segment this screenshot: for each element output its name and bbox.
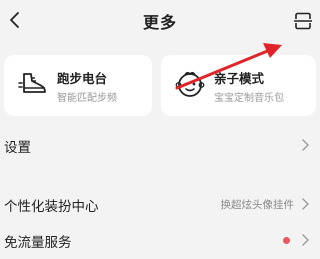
- top-bar: 更多: [0, 0, 320, 42]
- page-title: 更多: [142, 13, 177, 32]
- running-radio-card[interactable]: 跑步电台 智能匹配步频: [4, 55, 152, 116]
- scan-button[interactable]: [290, 8, 316, 34]
- chevron-right-icon: [302, 234, 309, 246]
- settings-row[interactable]: 设置: [0, 126, 320, 164]
- parent-child-mode-card[interactable]: 亲子模式 宝宝定制音乐包: [161, 55, 316, 116]
- row-label: 个性化装扮中心: [4, 199, 99, 215]
- row-label: 免流量服务: [4, 235, 72, 251]
- free-traffic-row[interactable]: 免流量服务: [0, 221, 320, 259]
- card-subtitle: 宝宝定制音乐包: [214, 93, 284, 104]
- row-label: 设置: [4, 140, 31, 156]
- row-hint: 换超炫头像挂件: [220, 199, 295, 211]
- personalize-center-row[interactable]: 个性化装扮中心 换超炫头像挂件: [0, 185, 320, 223]
- scan-icon: [294, 12, 312, 30]
- chevron-right-icon: [302, 198, 309, 210]
- card-title: 亲子模式: [214, 71, 265, 86]
- chevron-right-icon: [302, 139, 309, 151]
- card-title: 跑步电台: [57, 71, 108, 86]
- card-subtitle: 智能匹配步频: [57, 93, 117, 104]
- notification-dot: [283, 237, 290, 244]
- baby-face-icon: [175, 71, 205, 97]
- running-shoe-icon: [18, 73, 46, 93]
